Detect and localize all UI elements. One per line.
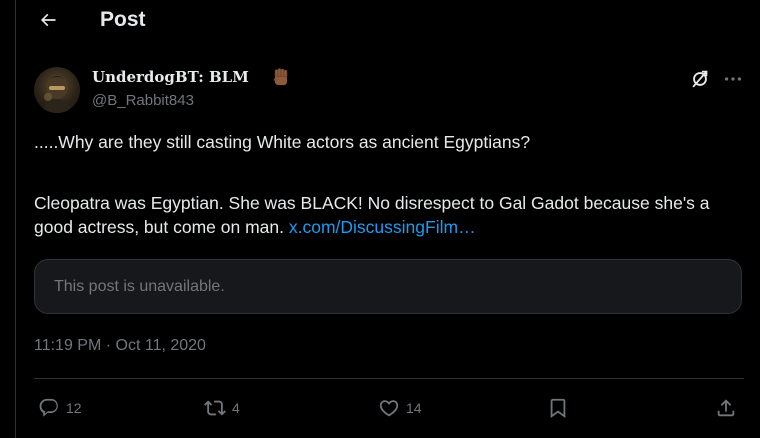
like-count: 14 <box>406 400 422 416</box>
unavailable-message: This post is unavailable. <box>54 278 225 295</box>
arrow-left-icon <box>40 13 56 27</box>
reply-count: 12 <box>66 400 82 416</box>
post-text-line1: .....Why are they still casting White ac… <box>34 132 531 152</box>
repost-icon <box>204 400 226 416</box>
reply-icon <box>39 398 58 417</box>
avatar[interactable] <box>34 67 80 113</box>
grok-icon <box>692 70 708 88</box>
share-icon <box>717 399 735 417</box>
reply-button[interactable]: 12 <box>38 396 82 420</box>
grok-button[interactable] <box>689 68 711 90</box>
column-border <box>15 0 16 438</box>
page-header: Post <box>16 0 760 42</box>
post-timestamp[interactable]: 11:19 PM · Oct 11, 2020 <box>34 337 206 355</box>
bookmark-button[interactable] <box>547 396 569 420</box>
post-text: .....Why are they still casting White ac… <box>34 130 734 239</box>
avatar-image <box>42 75 72 113</box>
repost-count: 4 <box>232 400 240 416</box>
raised-fist-icon <box>271 67 291 87</box>
share-button[interactable] <box>715 396 737 420</box>
like-button[interactable]: 14 <box>378 396 422 420</box>
repost-button[interactable]: 4 <box>204 396 240 420</box>
author-handle[interactable]: @B_Rabbit843 <box>92 92 194 109</box>
author-display-name[interactable]: UnderdogBT: BLM <box>92 68 249 86</box>
quoted-post-card: This post is unavailable. <box>34 259 742 314</box>
heart-icon <box>379 400 399 417</box>
post-text-paragraph2: Cleopatra was Egyptian. She was BLACK! N… <box>34 191 734 239</box>
bookmark-icon <box>550 398 566 419</box>
post-link[interactable]: x.com/DiscussingFilm… <box>289 217 476 237</box>
more-horizontal-icon <box>724 77 742 81</box>
back-button[interactable] <box>34 6 62 34</box>
more-options-button[interactable] <box>722 68 744 90</box>
divider <box>34 378 744 379</box>
page-title: Post <box>100 8 146 31</box>
